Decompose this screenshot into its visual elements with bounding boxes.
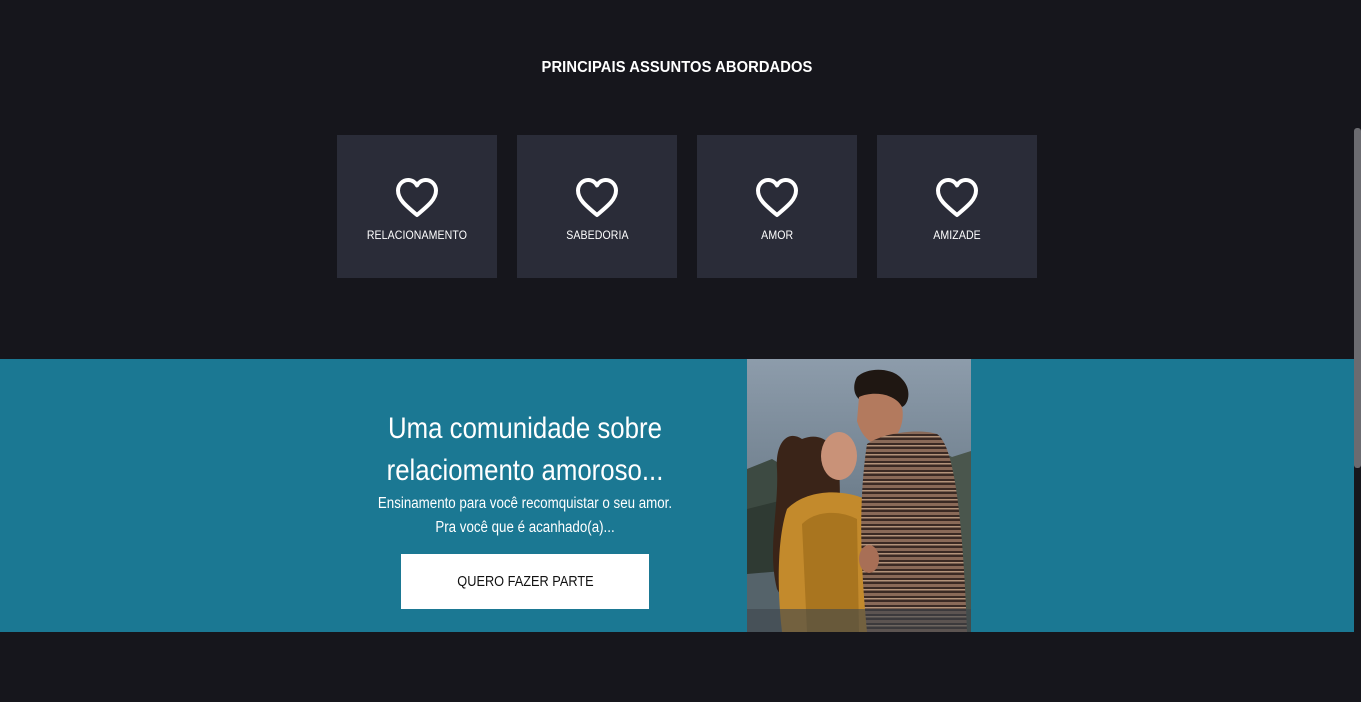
banner-headline: Uma comunidade sobre relaciomento amoros… xyxy=(353,408,697,492)
topic-card-amizade[interactable]: AMIZADE xyxy=(877,135,1037,278)
banner-text: Uma comunidade sobre relaciomento amoros… xyxy=(325,359,725,540)
heart-icon xyxy=(936,178,978,217)
page: PRINCIPAIS ASSUNTOS ABORDADOS RELACIONAM… xyxy=(0,0,1361,702)
subtitle-line-1: Ensinamento para você recomquistar o seu… xyxy=(377,495,673,512)
scrollbar-thumb[interactable] xyxy=(1354,128,1361,468)
topic-label: SABEDORIA xyxy=(565,228,629,242)
heart-icon xyxy=(396,178,438,217)
headline-line-2: relaciomento amoroso... xyxy=(386,454,664,487)
subtitle-line-2: Pra você que é acanhado(a)... xyxy=(435,519,615,536)
banner-subtitle: Ensinamento para você recomquistar o seu… xyxy=(353,492,697,540)
join-button-label: QUERO FAZER PARTE xyxy=(456,573,594,590)
section-title: PRINCIPAIS ASSUNTOS ABORDADOS xyxy=(541,59,813,76)
topic-card-amor[interactable]: AMOR xyxy=(697,135,857,278)
join-button[interactable]: QUERO FAZER PARTE xyxy=(401,554,649,609)
heart-icon xyxy=(756,178,798,217)
topic-label: RELACIONAMENTO xyxy=(366,228,468,242)
topic-card-sabedoria[interactable]: SABEDORIA xyxy=(517,135,677,278)
heart-icon xyxy=(576,178,618,217)
community-banner: Uma comunidade sobre relaciomento amoros… xyxy=(0,359,1354,632)
topics-grid: RELACIONAMENTO SABEDORIA AMOR AMIZADE xyxy=(337,135,1037,278)
topic-label: AMIZADE xyxy=(933,228,981,242)
couple-photo-illustration xyxy=(747,359,971,632)
topic-label: AMOR xyxy=(760,228,794,242)
couple-embracing-photo xyxy=(747,359,971,632)
topic-card-relacionamento[interactable]: RELACIONAMENTO xyxy=(337,135,497,278)
headline-line-1: Uma comunidade sobre xyxy=(388,412,662,445)
